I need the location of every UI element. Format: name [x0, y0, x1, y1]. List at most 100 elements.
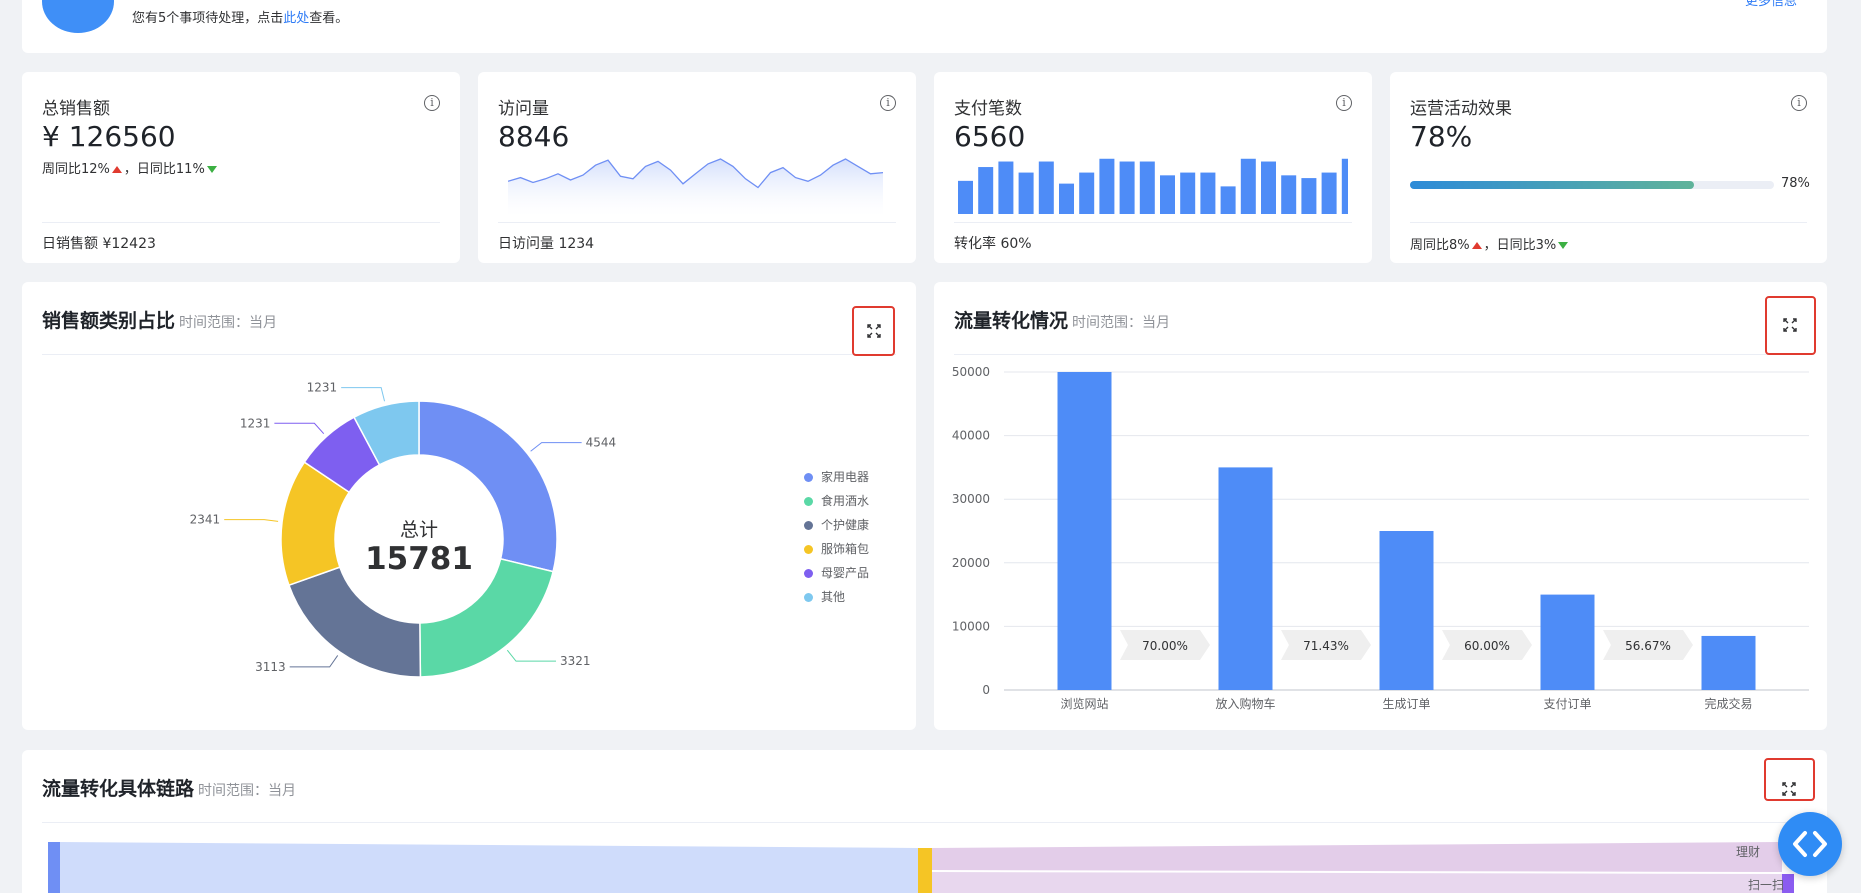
- stat-value: 6560: [954, 120, 1026, 153]
- code-toggle-button[interactable]: [1778, 812, 1842, 876]
- stat-compare: 周同比12% ，日同比11%: [42, 158, 219, 177]
- donut-slice[interactable]: [288, 566, 422, 678]
- mini-bar: [1139, 161, 1155, 214]
- legend-label: 服饰箱包: [821, 542, 870, 556]
- more-info-link[interactable]: 更多信息: [1745, 0, 1797, 9]
- mini-bar: [1240, 158, 1256, 214]
- donut-center-value: 15781: [365, 541, 473, 577]
- conversion-bar-chart: 0 10000 20000 30000 40000 50000 浏览网站 放入购物车 生成订单 支…: [952, 365, 1809, 711]
- divider: [954, 222, 1352, 223]
- legend-item[interactable]: 个护健康: [804, 516, 869, 533]
- mini-bar: [1281, 175, 1297, 214]
- label-leader: [289, 655, 339, 668]
- mini-bar: [998, 161, 1014, 214]
- legend-dot: [804, 569, 813, 578]
- donut-chart: 4544 3321 3113 2341 1231 1231 总计15781: [190, 381, 617, 678]
- y-tick-label: 0: [982, 683, 990, 697]
- mini-bar: [1180, 172, 1196, 214]
- mini-bar: [978, 167, 994, 214]
- mini-bar: [1079, 172, 1095, 214]
- notice-card: 您有5个事项待处理，点击此处查看。 更多信息: [22, 0, 1827, 53]
- down-arrow-icon: [1558, 242, 1569, 249]
- legend-label: 家用电器: [821, 470, 870, 484]
- legend-dot: [804, 473, 813, 482]
- legend-label: 母婴产品: [821, 566, 870, 580]
- sankey-chart: 理财 扫一扫: [48, 842, 1794, 893]
- down-arrow-icon: [206, 166, 217, 173]
- legend-item[interactable]: 服饰箱包: [804, 540, 869, 557]
- slice-label: 2341: [190, 513, 221, 527]
- stat-value: ¥ 126560: [42, 120, 176, 153]
- mini-bar: [1341, 158, 1348, 214]
- conversion-bar[interactable]: [1701, 635, 1756, 690]
- conversion-bar[interactable]: [1218, 467, 1273, 690]
- legend-item[interactable]: 其他: [804, 588, 845, 605]
- slice-label: 1231: [240, 416, 271, 430]
- x-tick-label: 浏览网站: [1060, 696, 1108, 711]
- stat-title: 总销售额: [42, 99, 110, 119]
- sankey-link: [932, 872, 1782, 893]
- payments-minibars: [958, 158, 1348, 214]
- progress-fill: [1410, 181, 1694, 189]
- legend-label: 食用酒水: [821, 494, 870, 508]
- conversion-bar[interactable]: [1540, 594, 1595, 690]
- notice-text: 您有5个事项待处理，点击此处查看。: [132, 11, 349, 26]
- divider: [498, 222, 896, 223]
- stat-card-sales: 总销售额 i ¥ 126560 周同比12% ，日同比11% 日销售额 ¥1242…: [22, 72, 460, 263]
- legend-item[interactable]: 母婴产品: [804, 564, 869, 581]
- user-avatar[interactable]: [42, 0, 114, 33]
- slice-label: 1231: [307, 381, 338, 395]
- stat-footer: 日访问量 1234: [498, 236, 595, 252]
- x-tick-label: 支付订单: [1543, 697, 1591, 711]
- divider: [1410, 222, 1807, 223]
- info-icon[interactable]: i: [880, 95, 896, 111]
- stat-value: 8846: [498, 120, 570, 153]
- mini-bar: [1059, 183, 1074, 214]
- mini-bar: [1099, 158, 1115, 214]
- legend-dot: [804, 497, 813, 506]
- legend-item[interactable]: 食用酒水: [804, 492, 869, 509]
- legend-label: 个护健康: [821, 518, 870, 532]
- conversion-bar[interactable]: [1057, 372, 1112, 690]
- x-tick-label: 生成订单: [1382, 697, 1430, 711]
- sales-category-panel: 销售额类别占比 时间范围：当月 4544 3321 3113 2341 1231 1231 总…: [22, 282, 916, 730]
- mini-bar: [1160, 175, 1175, 214]
- notice-link[interactable]: 此处: [283, 11, 309, 26]
- mini-bar: [1261, 161, 1276, 214]
- up-arrow-icon: [1471, 242, 1482, 249]
- mini-bar: [1018, 172, 1034, 214]
- traffic-chain-panel: 流量转化具体链路 时间范围：当月 理财 扫一扫: [22, 750, 1827, 893]
- mini-bar: [1321, 172, 1337, 214]
- x-tick-label: 完成交易: [1704, 696, 1752, 711]
- conversion-bar[interactable]: [1379, 531, 1434, 690]
- y-tick-label: 30000: [952, 492, 990, 506]
- legend-dot: [804, 593, 813, 602]
- slice-label: 4544: [586, 436, 617, 450]
- mini-bar: [1220, 186, 1236, 214]
- info-icon[interactable]: i: [424, 95, 440, 111]
- donut-center-label: 总计: [400, 519, 438, 541]
- info-icon[interactable]: i: [1336, 95, 1352, 111]
- stat-title: 访问量: [498, 99, 549, 119]
- stat-card-visits: 访问量 i 8846 日访问量 1234: [478, 72, 916, 263]
- rate-label: 71.43%: [1303, 639, 1349, 653]
- mini-bar: [1038, 161, 1054, 214]
- legend-item[interactable]: 家用电器: [804, 468, 869, 485]
- sparkline-area: [508, 159, 883, 216]
- stat-card-payments: 支付笔数 i 6560 转化率 60%: [934, 72, 1372, 263]
- legend-label: 其他: [821, 590, 846, 604]
- stat-value: 78%: [1410, 120, 1473, 153]
- legend-dot: [804, 545, 813, 554]
- slice-label: 3113: [255, 660, 286, 674]
- sankey-link: [932, 842, 1782, 872]
- code-icon: [1793, 831, 1827, 857]
- label-leader: [341, 387, 386, 402]
- visits-sparkline: [508, 158, 883, 216]
- progress-track: [1410, 181, 1774, 189]
- rate-label: 70.00%: [1142, 639, 1188, 653]
- progress-label: 78%: [1781, 176, 1810, 191]
- info-icon[interactable]: i: [1791, 95, 1807, 111]
- traffic-conversion-panel: 流量转化情况 时间范围：当月 0 10000 20000 30000 40000 50000…: [934, 282, 1827, 730]
- sankey-label: 扫一扫: [1748, 878, 1784, 892]
- stat-footer: 日销售额 ¥12423: [42, 236, 156, 252]
